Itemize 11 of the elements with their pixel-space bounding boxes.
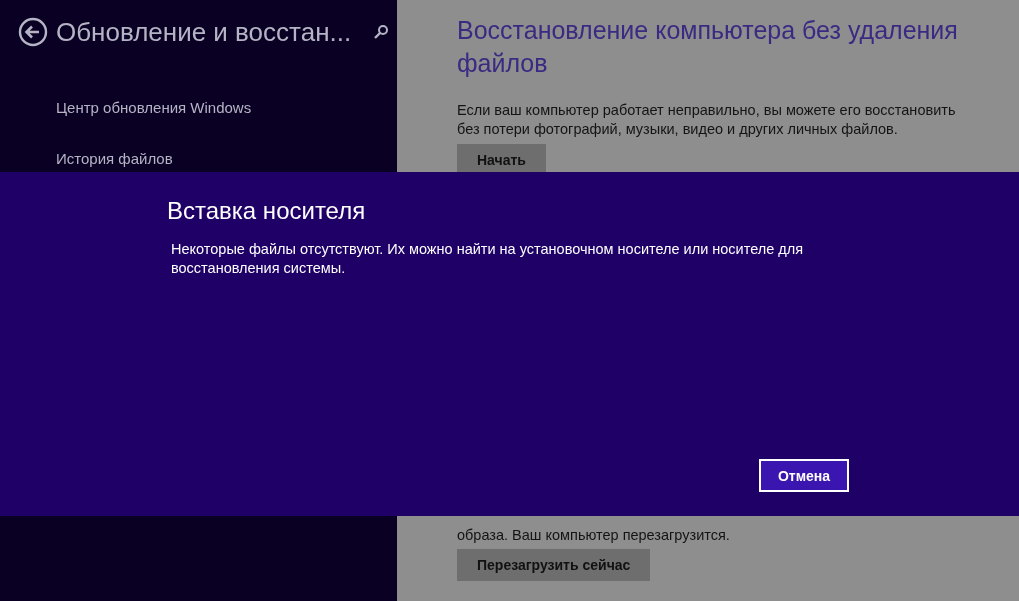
restart-text: образа. Ваш компьютер перезагрузится. <box>457 526 731 545</box>
dialog-title: Вставка носителя <box>167 196 366 226</box>
sidebar-title: Обновление и восстан... <box>56 16 352 48</box>
description-text: Если ваш компьютер работает неправильно, вы можете его восстановить без потери фотографий, музыки, видео и других личных файлов. <box>457 101 957 139</box>
sidebar-item[interactable]: Центр обновления Windows <box>56 98 397 118</box>
restart-button[interactable]: Перезагрузить сейчас <box>457 549 651 581</box>
cancel-button[interactable]: Отмена <box>759 459 849 492</box>
dialog-message: Некоторые файлы отсутствуют. Их можно найти на установочном носителе или носителе для восстановления системы. <box>171 240 805 278</box>
sidebar-item[interactable]: История файлов <box>56 149 397 169</box>
search-icon[interactable] <box>373 24 390 40</box>
section-heading: Восстановление компьютера без удаления файлов <box>457 15 959 79</box>
